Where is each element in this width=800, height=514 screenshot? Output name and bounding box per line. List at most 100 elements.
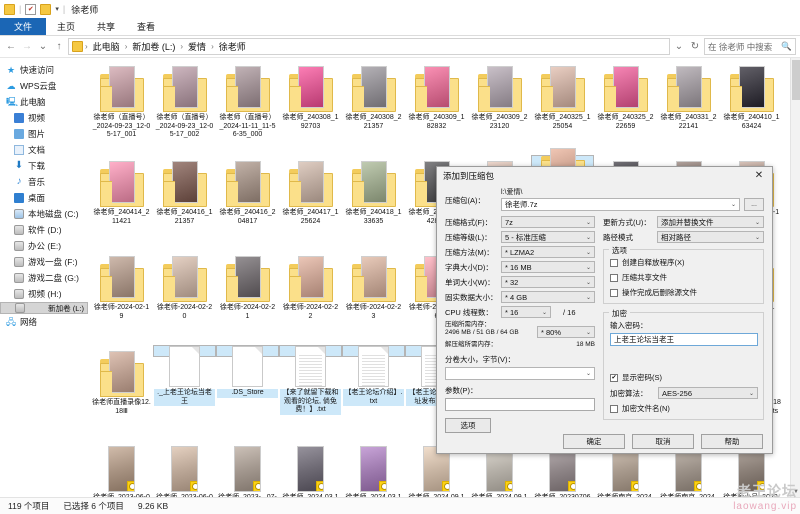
sidebar-item-14[interactable]: 视频 (H:) [0,286,88,302]
folder-tile[interactable]: 徐老师-2024-02-22 [279,250,342,345]
file-tile[interactable]: ._上老王论坛当老王 [153,345,216,406]
file-tile[interactable]: 徐老师, 2024.03.18直播录像_1709980095.ts [342,440,405,497]
sidebar-item-16[interactable]: 🖧 网络 [0,314,88,330]
chevron-down-icon[interactable]: ⌄ [749,390,754,397]
chevron-down-icon[interactable]: ⌄ [755,234,760,241]
tab-file[interactable]: 文件 [0,18,47,35]
file-tile[interactable]: 【老王论坛介绍】.txt [342,345,405,406]
sidebar-item-13[interactable]: 游戏二盘 (G:) [0,270,88,286]
folder-tile[interactable]: 徐老师_240331_222141 [657,60,720,155]
tab-home[interactable]: 主页 [46,18,86,35]
path-mode-select[interactable]: 相对路径 ⌄ [657,231,764,243]
sidebar-item-10[interactable]: 软件 (D:) [0,222,88,238]
chevron-down-icon[interactable]: ⌄ [542,309,547,316]
sidebar-item-8[interactable]: 桌面 [0,190,88,206]
sidebar-item-0[interactable]: ★ 快速访问 [0,62,88,78]
chevron-down-icon[interactable]: ⌄ [586,370,591,377]
folder-tile[interactable]: 徐老师_240308_221357 [342,60,405,155]
help-button[interactable]: 帮助 [701,433,763,449]
cancel-button[interactable]: 取消 [632,433,694,449]
forward-icon[interactable]: → [20,39,34,55]
checkbox-create-sfx[interactable] [610,258,618,267]
sidebar-item-7[interactable]: ♪ 音乐 [0,174,88,190]
file-tile[interactable]: 徐老师, 2023-...07-0... [216,440,279,497]
close-icon[interactable]: ✕ [746,167,772,184]
folder-tile[interactable]: 徐老师_240410_163424 [720,60,783,155]
memory-usage-select[interactable]: * 80% ⌄ [537,326,595,338]
folder-tile[interactable]: 徐老师直播录像12.18Ⅲ [90,345,153,440]
search-icon[interactable]: 🔍 [781,41,792,52]
folder-tile[interactable]: 徐老师（直播号）_2024-11-11_11-56-35_000 [216,60,279,155]
breadcrumb-item-1[interactable]: 新加卷 (L:) [129,40,178,53]
sidebar-item-9[interactable]: 本地磁盘 (C:) [0,206,88,222]
sidebar-item-2[interactable]: 🖳 此电脑 [0,94,88,110]
vertical-scrollbar[interactable]: ▲ ▼ [790,58,800,497]
split-size-input[interactable]: ⌄ [445,367,595,380]
chevron-down-icon[interactable]: ⌄ [731,201,736,208]
parameters-input[interactable] [445,398,595,411]
checkbox-delete-after[interactable] [610,288,618,297]
method-select[interactable]: * LZMA2 ⌄ [501,246,595,258]
sidebar-item-12[interactable]: 游戏一盘 (F:) [0,254,88,270]
properties-icon[interactable]: ✔ [25,3,37,15]
refresh-icon[interactable]: ↻ [688,39,702,55]
back-icon[interactable]: ← [4,39,18,55]
breadcrumb-item-3[interactable]: 徐老师 [216,40,249,53]
up-icon[interactable]: ↑ [52,39,66,55]
word-size-select[interactable]: * 32 ⌄ [501,276,595,288]
breadcrumb-item-0[interactable]: 此电脑 [90,40,123,53]
sidebar-item-3[interactable]: 视频 [0,110,88,126]
scrollbar-thumb[interactable] [792,60,800,100]
folder-tile[interactable]: 徐老师_240308_192703 [279,60,342,155]
folder-tile[interactable]: 徐老师_240309_223120 [468,60,531,155]
chevron-down-icon[interactable]: ⌄ [586,264,591,271]
file-tile[interactable]: 徐老师, 2023-06-04_00-23-45-000.ts [153,440,216,497]
new-folder-icon[interactable] [40,3,52,15]
folder-tile[interactable]: 徐老师_240417_125624 [279,155,342,250]
chevron-down-icon[interactable]: ⌄ [755,219,760,226]
customize-quick-access-icon[interactable]: ▾ [55,5,59,13]
ok-button[interactable]: 确定 [563,433,625,449]
folder-tile[interactable]: 徐老师_240416_121357 [153,155,216,250]
checkbox-show-password[interactable]: ✔ [610,373,618,382]
search-input[interactable]: 在 徐老师 中搜索 🔍 [704,38,796,55]
folder-tile[interactable]: 徐老师_240325_222659 [594,60,657,155]
chevron-down-icon[interactable]: ⌄ [586,279,591,286]
chevron-down-icon[interactable]: ⌄ [586,234,591,241]
file-tile[interactable]: .DS_Store [216,345,279,398]
file-tile[interactable]: 徐老师, 2023-06-04_00-20-00-000.ts [90,440,153,497]
encryption-algorithm-select[interactable]: AES-256 ⌄ [658,387,758,399]
file-tile[interactable]: 【来了就留下载和观看的论坛, 倘免费！】.txt [279,345,342,415]
tab-view[interactable]: 查看 [126,18,166,35]
sidebar-item-6[interactable]: ⬇ 下载 [0,158,88,174]
file-tile[interactable]: 徐老师, 2024.03.17直播录像_1710321644.ts [279,440,342,497]
option-sfx-row[interactable]: 创建自释放程序(X) [610,257,758,268]
show-password-row[interactable]: ✔ 显示密码(S) [610,372,758,383]
folder-tile[interactable]: 徐老师_240309_182832 [405,60,468,155]
address-dropdown-icon[interactable]: ⌄ [672,39,686,55]
sidebar-item-5[interactable]: 文档 [0,142,88,158]
dictionary-size-select[interactable]: * 16 MB ⌄ [501,261,595,273]
folder-tile[interactable]: 徐老师（直播号）_2024-09-23_12-05-17_001 [90,60,153,155]
password-input[interactable]: 上老王论坛当老王 [610,333,758,346]
folder-tile[interactable]: 徐老师-2024-02-21 [216,250,279,345]
folder-tile[interactable]: 徐老师-2024-02-23 [342,250,405,345]
options-button[interactable]: 选项 [445,418,491,433]
option-delete-after-row[interactable]: 操作完成后删除源文件 [610,287,758,298]
archive-name-input[interactable]: 徐老师.7z ⌄ [501,198,740,211]
sidebar-item-15[interactable]: 新加卷 (L:) [0,302,88,314]
folder-tile[interactable]: 徐老师_240418_133635 [342,155,405,250]
folder-tile[interactable]: 徐老师_240325_125054 [531,60,594,155]
breadcrumb-item-2[interactable]: 爱情 [185,40,209,53]
chevron-down-icon[interactable]: ⌄ [586,249,591,256]
sidebar-item-11[interactable]: 办公 (E:) [0,238,88,254]
cpu-threads-select[interactable]: * 16 ⌄ [501,306,551,318]
option-shared-files-row[interactable]: 压缩共享文件 [610,272,758,283]
add-to-archive-dialog[interactable]: 添加到压缩包 ✕ 压缩包(A)： l:\爱情\ 徐老师.7z ⌄ ... 压缩格… [436,166,773,454]
tab-share[interactable]: 共享 [86,18,126,35]
chevron-down-icon[interactable]: ⌄ [586,219,591,226]
folder-tile[interactable]: 徐老师_240416_204817 [216,155,279,250]
folder-tile[interactable]: 徐老师-2024-02-20 [153,250,216,345]
update-mode-select[interactable]: 添加并替换文件 ⌄ [657,216,764,228]
sidebar-item-4[interactable]: 图片 [0,126,88,142]
